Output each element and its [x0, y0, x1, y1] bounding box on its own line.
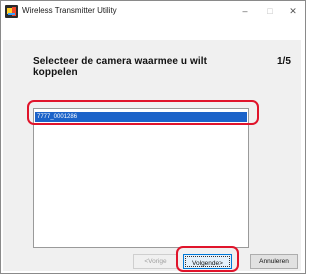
title-bar: Wireless Transmitter Utility – □ ✕ [1, 1, 305, 23]
step-indicator: 1/5 [277, 56, 291, 67]
next-highlight-callout [176, 246, 239, 272]
app-icon [5, 5, 18, 18]
list-highlight-callout [27, 100, 259, 125]
maximize-icon[interactable]: □ [261, 4, 279, 18]
instruction-text: Selecteer de camera waarmee u wilt koppe… [33, 56, 208, 78]
cancel-button[interactable]: Annuleren [250, 254, 298, 269]
minimize-icon[interactable]: – [236, 4, 254, 18]
window-title: Wireless Transmitter Utility [22, 6, 117, 15]
prev-button[interactable]: <Vorige [133, 254, 178, 269]
close-icon[interactable]: ✕ [284, 4, 302, 18]
camera-list[interactable]: 7777_0001286 [33, 108, 249, 248]
